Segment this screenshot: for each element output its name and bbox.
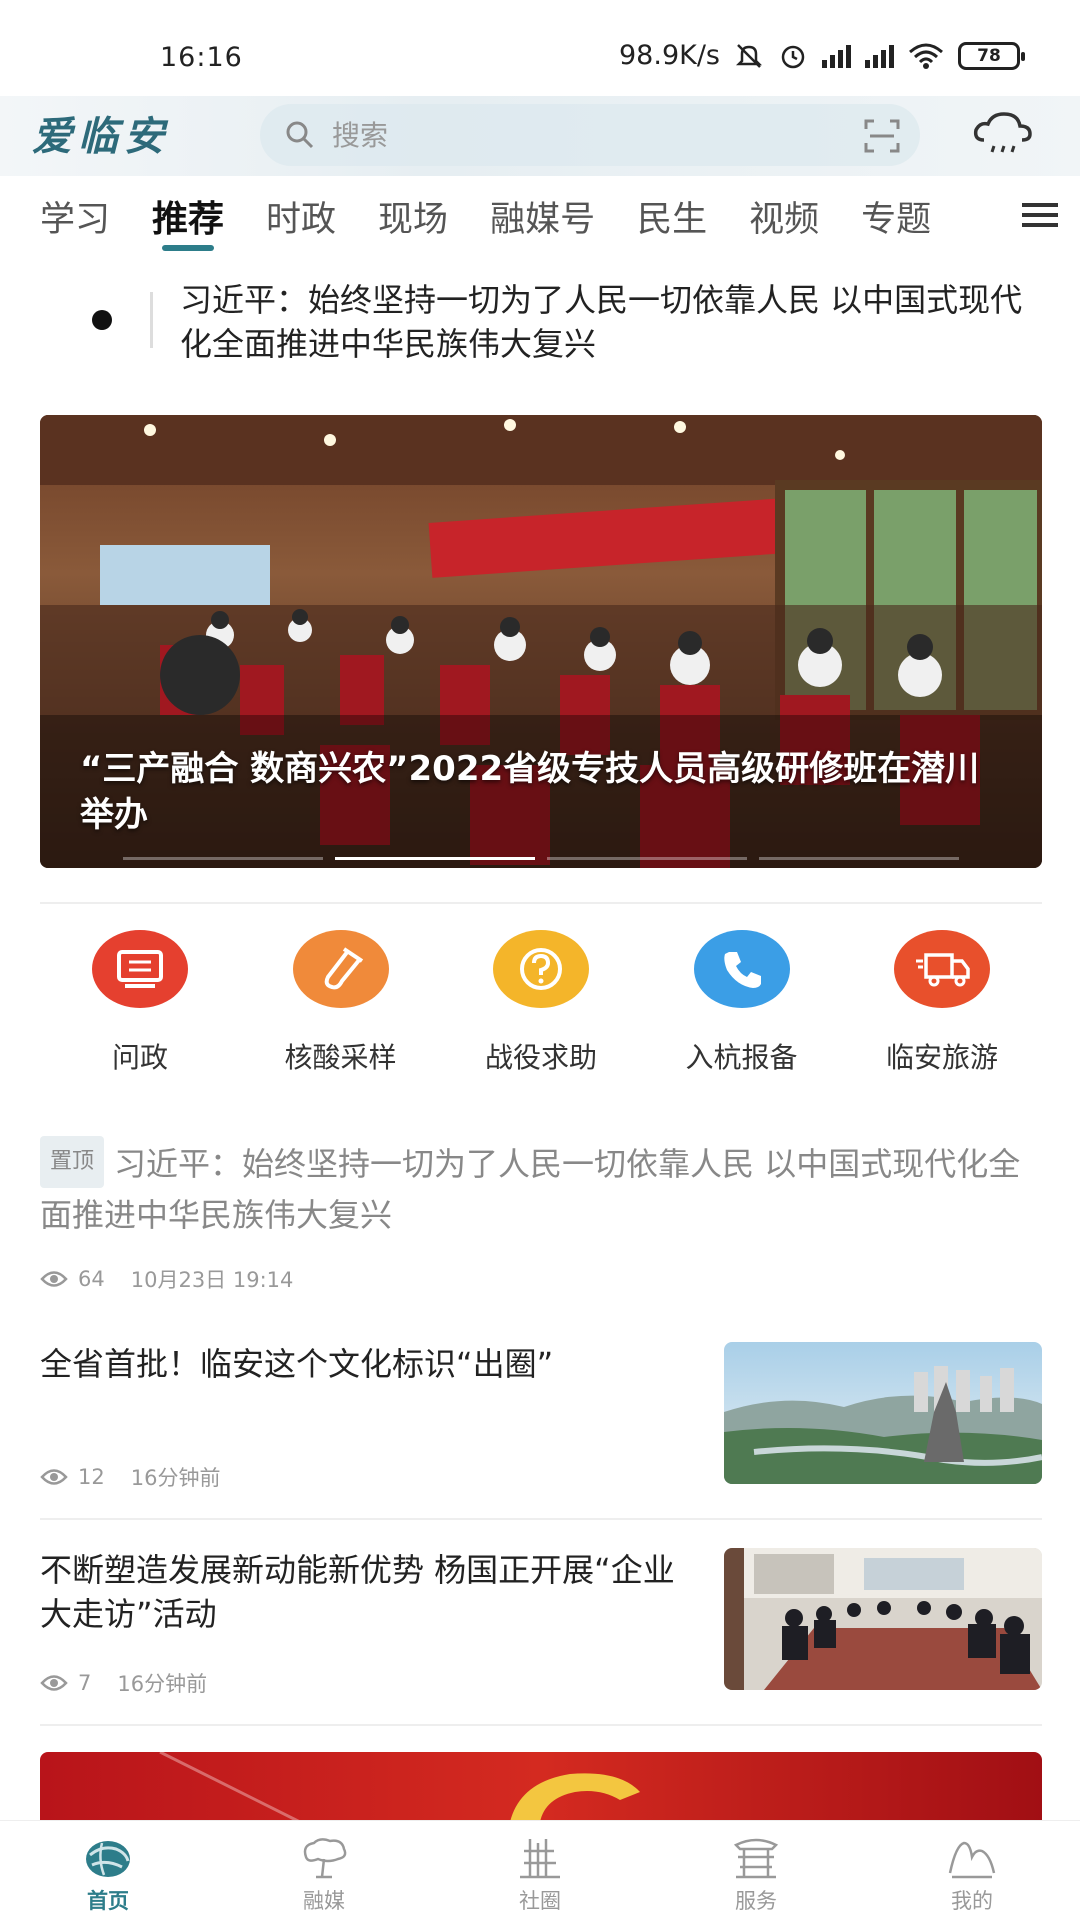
banner-indicator (40, 857, 1042, 860)
service-linan-travel[interactable]: 临安旅游 (842, 930, 1042, 1080)
view-count: 64 (78, 1267, 105, 1291)
service-pavilion-icon (733, 1838, 779, 1879)
battery-icon: 78 (958, 41, 1025, 70)
publish-time: 16分钟前 (117, 1672, 208, 1696)
category-tabs: 学习 推荐 时政 现场 融媒号 民生 视频 专题 (0, 180, 1080, 260)
tab-politics[interactable]: 时政 (266, 185, 336, 255)
service-shortcuts: 问政 核酸采样 战役求助 入杭报备 临安旅游 (40, 930, 1042, 1080)
mine-mountain-icon (948, 1841, 996, 1879)
promo-banner[interactable] (40, 1752, 1042, 1822)
service-hangzhou-report[interactable]: 入杭报备 (642, 930, 842, 1080)
news-thumbnail (724, 1548, 1042, 1690)
nav-service[interactable]: 服务 (648, 1821, 864, 1920)
nav-label: 服务 (735, 1889, 777, 1913)
pinned-title-row: 置顶 习近平：始终坚持一切为了人民一切依靠人民 以中国式现代化全面推进中华民族伟大… (40, 1136, 1042, 1238)
question-icon (493, 930, 589, 1008)
menu-icon (1022, 203, 1058, 227)
ticker-headline: 习近平：始终坚持一切为了人民一切依靠人民 以中国式现代化全面推进中华民族伟大复兴 (180, 281, 1023, 363)
service-nucleic-test[interactable]: 核酸采样 (241, 930, 441, 1080)
nav-label: 社圈 (519, 1889, 561, 1913)
service-help[interactable]: 战役求助 (441, 930, 641, 1080)
pinned-badge: 置顶 (40, 1136, 105, 1188)
banner-dot (759, 857, 959, 860)
nav-label: 首页 (87, 1889, 129, 1913)
nav-label: 融媒 (303, 1889, 345, 1913)
tab-scene[interactable]: 现场 (378, 185, 448, 255)
news-item[interactable]: 不断塑造发展新动能新优势 杨国正开展“企业大走访”活动 7 16分钟前 (40, 1548, 1042, 1713)
search-bar[interactable] (260, 104, 920, 166)
news-thumbnail (724, 1342, 1042, 1484)
headline-ticker[interactable]: 习近平：始终坚持一切为了人民一切依靠人民 以中国式现代化全面推进中华民族伟大复兴 (0, 270, 1080, 370)
service-wenzheng[interactable]: 问政 (40, 930, 240, 1080)
tab-livelihood[interactable]: 民生 (637, 185, 707, 255)
tab-menu-button[interactable] (1000, 180, 1080, 250)
view-count: 12 (78, 1465, 105, 1489)
divider (40, 1724, 1042, 1726)
divider (40, 1518, 1042, 1520)
tab-special[interactable]: 专题 (861, 185, 931, 255)
view-count: 7 (78, 1671, 92, 1695)
eye-icon (40, 1469, 68, 1485)
party-emblem-icon (159, 1752, 640, 1822)
app-header: 爱临安 (0, 96, 1080, 176)
nav-mine[interactable]: 我的 (864, 1821, 1080, 1920)
banner-caption: “三产融合 数商兴农”2022省级专技人员高级研修班在潜川举办 (80, 749, 980, 835)
search-icon (286, 121, 314, 149)
phone-icon (693, 930, 790, 1008)
monitor-icon (92, 930, 188, 1008)
tab-recommend[interactable]: 推荐 (152, 185, 224, 255)
banner-dot-active (335, 857, 535, 860)
nav-media[interactable]: 融媒 (216, 1821, 432, 1920)
news-item[interactable]: 全省首批！临安这个文化标识“出圈” 12 16分钟前 (40, 1342, 1042, 1507)
service-label: 问政 (111, 1041, 168, 1074)
banner-carousel[interactable]: “三产融合 数商兴农”2022省级专技人员高级研修班在潜川举办 (40, 415, 1042, 868)
news-title: 全省首批！临安这个文化标识“出圈” (40, 1345, 554, 1383)
media-tree-icon (303, 1838, 347, 1879)
test-tube-icon (292, 930, 389, 1008)
pinned-title: 习近平：始终坚持一切为了人民一切依靠人民 以中国式现代化全面推进中华民族伟大复兴 (40, 1145, 1021, 1234)
tab-study[interactable]: 学习 (40, 185, 110, 255)
ticker-divider (150, 292, 153, 348)
status-icons: 98.9K/s 78 (619, 40, 1025, 71)
alarm-icon (781, 45, 805, 68)
signal-hd-icon (822, 44, 851, 68)
tab-media-account[interactable]: 融媒号 (490, 185, 595, 255)
banner-dot (123, 857, 323, 860)
community-tower-icon (520, 1839, 560, 1879)
truck-icon (894, 930, 990, 1008)
bottom-navigation: 首页 融媒 社圈 服务 我的 (0, 1820, 1080, 1920)
publish-time: 10月23日 19:14 (130, 1268, 294, 1292)
service-label: 入杭报备 (685, 1041, 798, 1074)
article-meta: 64 10月23日 19:14 (40, 1264, 1042, 1294)
pinned-article[interactable]: 置顶 习近平：始终坚持一切为了人民一切依靠人民 以中国式现代化全面推进中华民族伟大… (40, 1136, 1042, 1294)
eye-icon (40, 1675, 68, 1691)
status-bar: 16:16 98.9K/s 78 (0, 0, 1080, 100)
article-meta: 7 16分钟前 (40, 1668, 207, 1698)
signal-icon (865, 44, 894, 68)
nav-community[interactable]: 社圈 (432, 1821, 648, 1920)
scan-icon[interactable] (864, 119, 900, 153)
news-title: 不断塑造发展新动能新优势 杨国正开展“企业大走访”活动 (40, 1551, 675, 1633)
service-label: 核酸采样 (284, 1041, 397, 1074)
nav-home[interactable]: 首页 (0, 1821, 216, 1920)
net-speed: 98.9K/s (619, 40, 720, 71)
divider (40, 902, 1042, 904)
service-label: 战役求助 (484, 1041, 597, 1074)
ticker-bullet (92, 310, 112, 330)
nav-label: 我的 (951, 1889, 993, 1913)
article-meta: 12 16分钟前 (40, 1462, 220, 1492)
service-label: 临安旅游 (885, 1041, 998, 1074)
publish-time: 16分钟前 (130, 1466, 221, 1490)
banner-dot (547, 857, 747, 860)
app-logo: 爱临安 (32, 113, 170, 160)
search-input[interactable] (332, 116, 812, 154)
tab-video[interactable]: 视频 (749, 185, 819, 255)
eye-icon (40, 1271, 68, 1287)
home-globe-icon (86, 1841, 130, 1877)
weather-cloud-icon[interactable] (972, 110, 1032, 154)
status-time: 16:16 (160, 42, 243, 73)
mute-icon (735, 43, 763, 68)
wifi-icon (909, 43, 943, 69)
